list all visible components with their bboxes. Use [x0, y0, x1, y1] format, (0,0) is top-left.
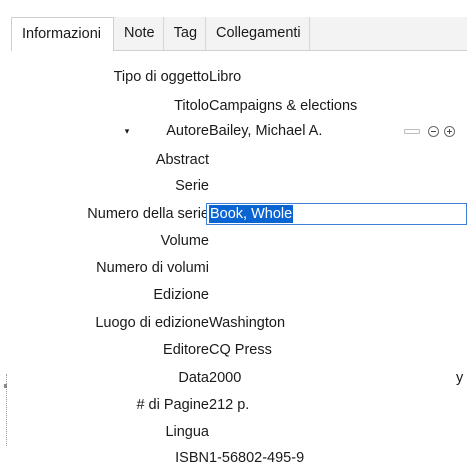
- info-panel: Tipo di oggetto Libro Titolo Campaigns &…: [11, 51, 467, 466]
- field-author: ▾ Autore Bailey, Michael A.: [11, 120, 467, 142]
- swap-name-format-icon[interactable]: [404, 128, 420, 134]
- series-label: Serie: [175, 178, 209, 194]
- chevron-down-icon[interactable]: ▾: [121, 120, 133, 142]
- field-series-number: Numero della serie Book, Whole: [11, 203, 467, 225]
- isbn-value[interactable]: 1-56802-495-9: [209, 447, 304, 466]
- volume-label: Volume: [160, 233, 209, 249]
- field-abstract: Abstract: [11, 149, 467, 171]
- tab-notes[interactable]: Note: [114, 17, 164, 50]
- edition-label: Edizione: [153, 287, 209, 303]
- title-value[interactable]: Campaigns & elections: [209, 95, 357, 117]
- creator-controls: [404, 120, 455, 142]
- series-number-label: Numero della serie: [87, 206, 209, 222]
- field-series: Serie: [11, 175, 467, 197]
- tab-tags[interactable]: Tag: [164, 17, 207, 50]
- author-label[interactable]: Autore: [166, 120, 209, 142]
- field-isbn: ISBN 1-56802-495-9: [11, 447, 467, 466]
- field-item-type: Tipo di oggetto Libro: [11, 66, 467, 88]
- tab-info[interactable]: Informazioni: [11, 17, 114, 51]
- series-number-input[interactable]: Book, Whole: [206, 203, 467, 225]
- pages-label: # di Pagine: [136, 397, 209, 413]
- publisher-label: Editore: [163, 342, 209, 358]
- item-tabs: Informazioni Note Tag Collegamenti: [11, 17, 467, 51]
- minus-circle-icon[interactable]: [428, 125, 439, 137]
- language-label: Lingua: [165, 424, 209, 440]
- title-label: Titolo: [174, 98, 209, 114]
- series-number-selection[interactable]: Book, Whole: [209, 205, 294, 223]
- num-volumes-label: Numero di volumi: [96, 260, 209, 276]
- field-num-volumes: Numero di volumi: [11, 257, 467, 279]
- date-value[interactable]: 2000: [209, 367, 241, 389]
- abstract-label: Abstract: [155, 152, 209, 168]
- splitter-mark: [4, 384, 7, 388]
- item-type-value[interactable]: Libro: [209, 66, 241, 88]
- item-pane: Informazioni Note Tag Collegamenti Tipo …: [0, 0, 467, 466]
- pane-splitter[interactable]: [0, 0, 11, 466]
- field-volume: Volume: [11, 230, 467, 252]
- field-pages: # di Pagine 212 p.: [11, 394, 467, 416]
- plus-circle-icon[interactable]: [444, 125, 455, 137]
- place-value[interactable]: Washington: [209, 312, 285, 334]
- date-format-hint: y: [456, 370, 464, 386]
- place-label: Luogo di edizione: [95, 315, 209, 331]
- field-place: Luogo di edizione Washington: [11, 312, 467, 334]
- date-label: Data: [178, 370, 209, 386]
- author-value[interactable]: Bailey, Michael A.: [209, 120, 322, 142]
- field-edition: Edizione: [11, 284, 467, 306]
- tab-related[interactable]: Collegamenti: [206, 17, 310, 50]
- field-language: Lingua: [11, 421, 467, 443]
- field-publisher: Editore CQ Press: [11, 339, 467, 361]
- field-date: Data 2000 y: [11, 367, 467, 389]
- publisher-value[interactable]: CQ Press: [209, 339, 272, 361]
- isbn-label: ISBN: [175, 450, 209, 466]
- pages-value[interactable]: 212 p.: [209, 394, 249, 416]
- field-title: Titolo Campaigns & elections: [11, 95, 467, 117]
- item-type-label: Tipo di oggetto: [113, 69, 209, 85]
